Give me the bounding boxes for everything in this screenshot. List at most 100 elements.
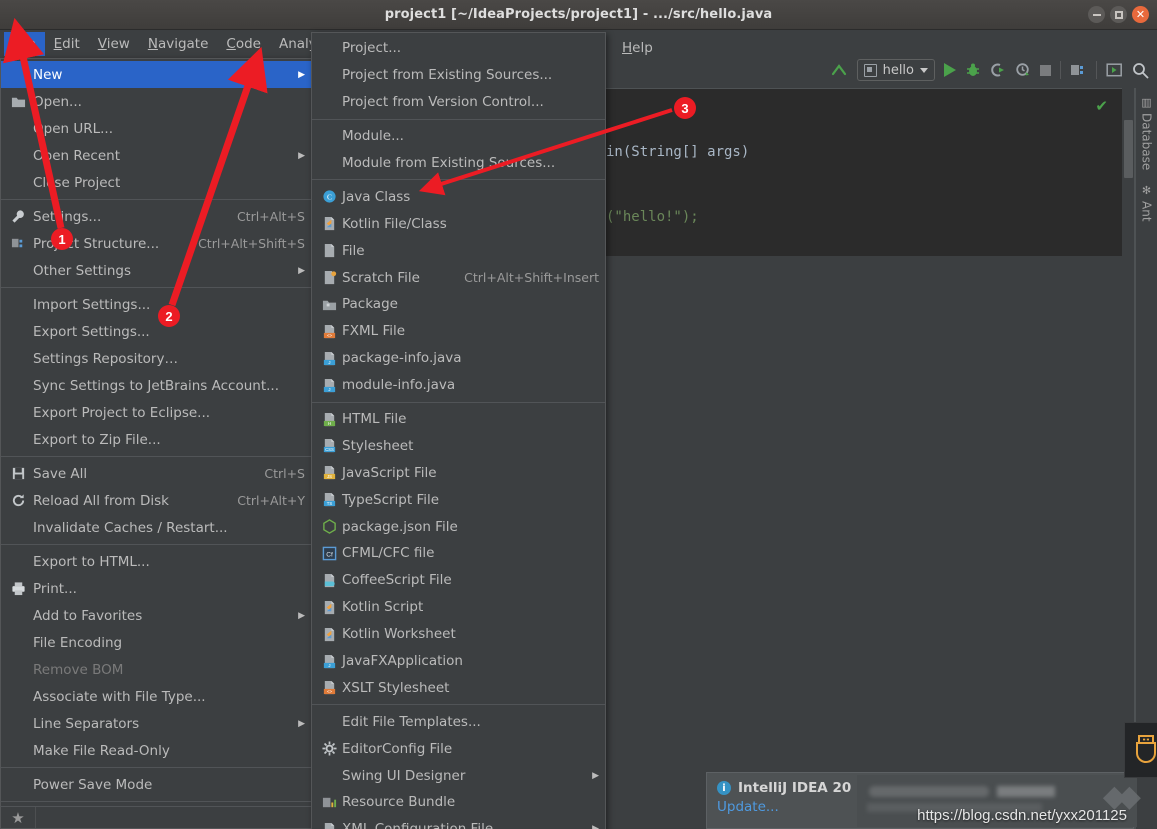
update-project-icon[interactable] [830,61,848,79]
new-menu-item-html-file[interactable]: H HTML File [312,406,605,433]
maximize-button[interactable] [1110,6,1127,23]
new-menu-item-resource-bundle[interactable]: Resource Bundle [312,789,605,816]
minimize-button[interactable] [1088,6,1105,23]
file-menu-item-make-file-read-only[interactable]: Make File Read-Only [1,737,311,764]
new-menu-item-kotlin-worksheet[interactable]: Kotlin Worksheet [312,621,605,648]
editor-scrollbar-thumb[interactable] [1124,120,1133,178]
file-menu-item-project-structure[interactable]: Project Structure... Ctrl+Alt+Shift+S [1,230,311,257]
code-line-2: ("hello!"); [606,209,699,225]
new-menu-item-javascript-file[interactable]: JS JavaScript File [312,459,605,486]
file-menu-item-close-project[interactable]: Close Project [1,169,311,196]
new-menu-item-xml-configuration-file[interactable]: <>XML Configuration File ▶ [312,816,605,829]
file-menu-item-other-settings[interactable]: Other Settings ▶ [1,257,311,284]
new-menu-item-coffeescript-file[interactable]: CoffeeScript File [312,567,605,594]
menu-bar-item-edit[interactable]: Edit [45,32,89,56]
notification-balloon[interactable]: i IntelliJ IDEA 20 Update... ◆◆ https://… [706,772,1141,829]
new-menu-item-package-json-file[interactable]: package.json File [312,513,605,540]
menu-bar-item-help[interactable]: Help [622,40,653,56]
close-button[interactable]: ✕ [1132,6,1149,23]
new-menu-item-scratch-file[interactable]: Scratch File Ctrl+Alt+Shift+Insert [312,264,605,291]
new-menu-item-label: Java Class [342,188,411,205]
file-menu-item-add-to-favorites[interactable]: Add to Favorites ▶ [1,602,311,629]
new-menu-item-swing-ui-designer[interactable]: Swing UI Designer ▶ [312,762,605,789]
css-file-icon: CSS [318,438,340,454]
run-icon[interactable] [944,63,956,77]
new-menu-item-file[interactable]: File [312,237,605,264]
new-menu-item-package-info-java[interactable]: Jpackage-info.java [312,345,605,372]
project-structure-icon[interactable] [1070,62,1087,78]
new-menu-item-cfml-cfc-file[interactable]: Cf CFML/CFC file [312,540,605,567]
profile-icon[interactable] [1015,62,1031,78]
new-menu-item-project[interactable]: Project... [312,35,605,62]
file-menu-item-new[interactable]: New ▶ [1,61,311,88]
debug-icon[interactable] [965,62,981,78]
menu-bar-item-navigate[interactable]: Navigate [139,32,218,56]
run-coverage-icon[interactable] [990,62,1006,78]
file-menu-item-invalidate-caches-restart[interactable]: Invalidate Caches / Restart... [1,514,311,541]
file-menu-item-import-settings[interactable]: Import Settings... [1,291,311,318]
run-toolbar: hello [830,59,1149,81]
editor-scrollbar-track[interactable] [1122,88,1135,829]
ts-file-icon: TS [318,492,340,508]
new-menu-item-javafxapplication[interactable]: J JavaFXApplication [312,648,605,675]
new-menu-item-typescript-file[interactable]: TS TypeScript File [312,486,605,513]
file-menu-item-sync-settings-to-jetbrains-account[interactable]: Sync Settings to JetBrains Account... [1,372,311,399]
new-menu-item-package[interactable]: Package [312,291,605,318]
new-menu-item-label: FXML File [342,323,406,340]
file-menu-item-label: Make File Read-Only [33,742,170,759]
new-menu-item-kotlin-script[interactable]: Kotlin Script [312,594,605,621]
run-configuration-selector[interactable]: hello [856,59,935,81]
toggle-tool-window-icon[interactable] [1106,62,1123,78]
new-menu-item-kotlin-file-class[interactable]: Kotlin File/Class [312,210,605,237]
no-icon [7,689,29,705]
file-menu-item-save-all[interactable]: Save All Ctrl+S [1,460,311,487]
new-menu-item-label: TypeScript File [342,491,440,508]
new-menu-item-project-from-existing-sources[interactable]: Project from Existing Sources... [312,62,605,89]
file-menu-item-export-settings[interactable]: Export Settings... [1,318,311,345]
file-menu-item-power-save-mode[interactable]: Power Save Mode [1,771,311,798]
file-menu-item-export-project-to-eclipse[interactable]: Export Project to Eclipse... [1,399,311,426]
file-menu-item-file-encoding[interactable]: File Encoding [1,629,311,656]
new-menu-item-xslt-stylesheet[interactable]: <> XSLT Stylesheet [312,674,605,701]
file-menu-separator [1,287,311,288]
file-menu-item-associate-with-file-type[interactable]: Associate with File Type... [1,683,311,710]
file-menu-item-export-to-zip-file[interactable]: Export to Zip File... [1,426,311,453]
new-menu-item-label: Module from Existing Sources... [342,155,556,171]
file-menu-item-settings[interactable]: Settings... Ctrl+Alt+S [1,203,311,230]
file-menu-item-label: Add to Favorites [33,607,143,624]
kotlin-file-icon [318,216,340,232]
file-menu-item-open-url[interactable]: Open URL... [1,115,311,142]
window-title-bar: project1 [~/IdeaProjects/project1] - ...… [0,0,1157,30]
new-menu-item-editorconfig-file[interactable]: EditorConfig File [312,735,605,762]
notification-update-link[interactable]: Update... [717,799,779,815]
new-submenu-popup[interactable]: Project... Project from Existing Sources.… [311,32,606,829]
new-menu-item-project-from-version-control[interactable]: Project from Version Control... [312,89,605,116]
window-controls: ✕ [1088,6,1149,23]
tool-tab-database[interactable]: ▥ Database [1140,96,1154,170]
file-menu-item-reload-all-from-disk[interactable]: Reload All from Disk Ctrl+Alt+Y [1,487,311,514]
new-menu-item-module-from-existing-sources[interactable]: Module from Existing Sources... [312,150,605,177]
tool-tab-ant[interactable]: ✻ Ant [1140,184,1154,222]
no-icon [318,67,340,83]
menu-bar-item-file[interactable]: File [4,32,45,56]
favorites-star-icon[interactable]: ★ [1,809,35,827]
file-menu-item-print[interactable]: Print... [1,575,311,602]
menu-bar-item-view[interactable]: View [89,32,139,56]
file-menu-item-open-recent[interactable]: Open Recent ▶ [1,142,311,169]
menu-bar-item-code[interactable]: Code [217,32,270,56]
new-menu-item-label: XML Configuration File [342,821,578,829]
new-menu-item-module[interactable]: Module... [312,123,605,150]
stop-icon[interactable] [1040,64,1051,76]
file-menu-item-export-to-html[interactable]: Export to HTML... [1,548,311,575]
file-menu-popup[interactable]: New ▶ Open... Open URL... Open Recent ▶ Close … [0,58,312,829]
file-menu-item-open[interactable]: Open... [1,88,311,115]
file-menu-item-line-separators[interactable]: Line Separators ▶ [1,710,311,737]
new-menu-item-edit-file-templates[interactable]: Edit File Templates... [312,708,605,735]
new-menu-item-stylesheet[interactable]: CSS Stylesheet [312,432,605,459]
no-icon [7,554,29,570]
new-menu-item-fxml-file[interactable]: <> FXML File [312,318,605,345]
search-icon[interactable] [1132,62,1149,79]
new-menu-item-module-info-java[interactable]: Jmodule-info.java [312,372,605,399]
file-menu-item-settings-repository[interactable]: Settings Repository… [1,345,311,372]
new-menu-item-java-class[interactable]: C Java Class [312,183,605,210]
